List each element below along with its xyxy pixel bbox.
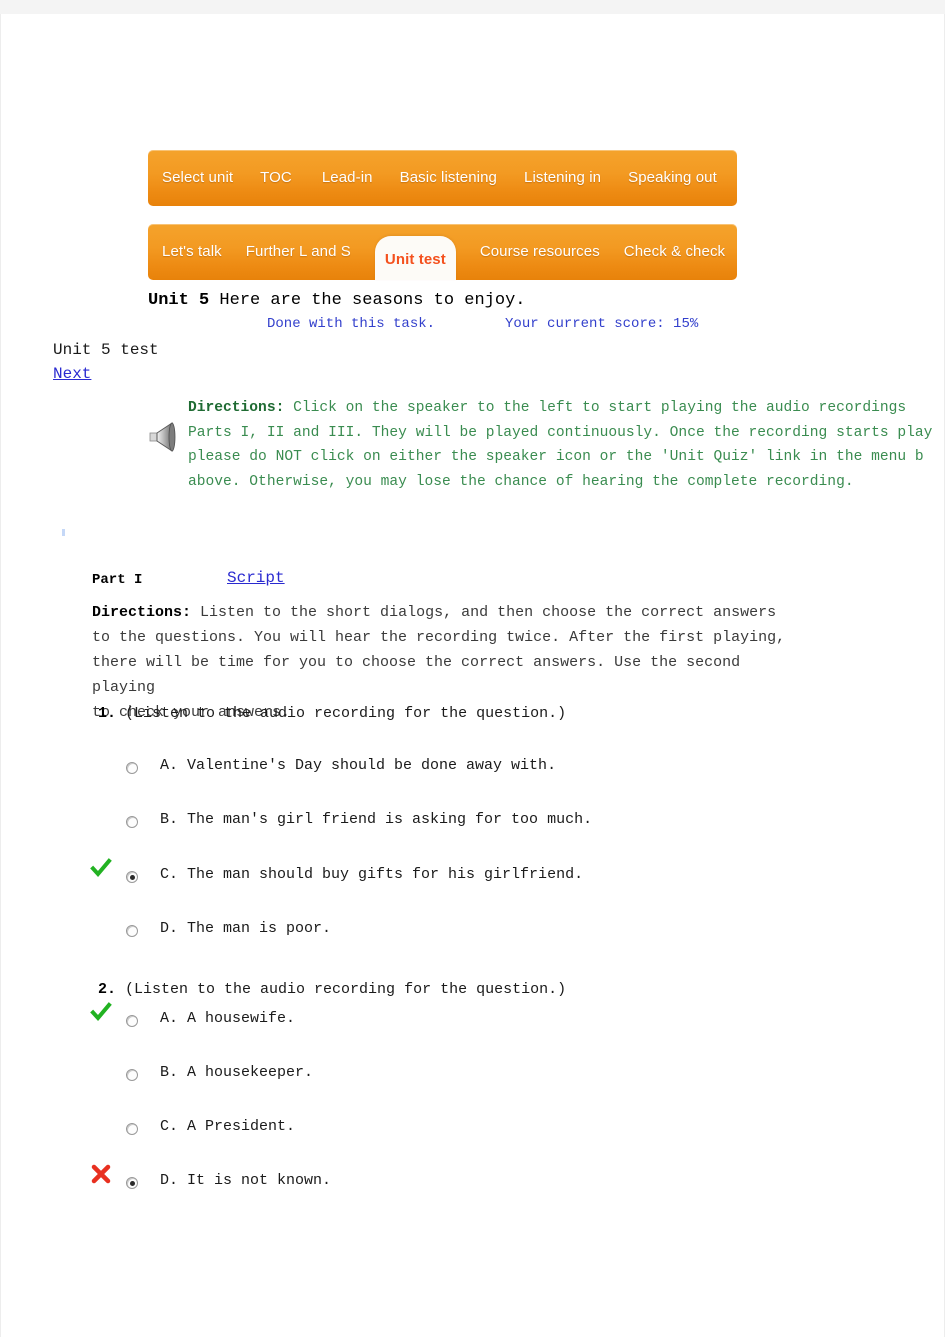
- nav-tab-select-unit[interactable]: Select unit: [162, 150, 233, 206]
- script-link[interactable]: Script: [227, 569, 285, 587]
- page-top-band: [0, 0, 945, 14]
- status-row: Done with this task. Your current score: …: [267, 316, 737, 332]
- task-done-status: Done with this task.: [267, 316, 436, 332]
- question-text: (Listen to the audio recording for the q…: [116, 981, 567, 998]
- audio-directions: Directions: Click on the speaker to the …: [188, 396, 945, 494]
- part-directions-line-1: Listen to the short dialogs, and then ch…: [191, 604, 777, 621]
- audio-directions-line-2: Parts I, II and III. They will be played…: [188, 424, 933, 441]
- answer-option-label: D. It is not known.: [160, 1172, 332, 1189]
- answer-option-label: A. Valentine's Day should be done away w…: [160, 757, 557, 774]
- page-left-rule: [0, 14, 1, 1337]
- audio-directions-label: Directions:: [188, 400, 285, 416]
- answer-radio[interactable]: [126, 762, 138, 774]
- current-score: Your current score: 15%: [505, 316, 699, 332]
- secondary-nav-bar: Let's talk Further L and S Unit test Course…: [148, 224, 737, 280]
- answer-radio[interactable]: [126, 1015, 138, 1027]
- answer-option-label: A. A housewife.: [160, 1010, 296, 1027]
- audio-directions-line-3: please do NOT click on either the speake…: [188, 449, 924, 465]
- nav-tab-further-l-and-s[interactable]: Further L and S: [246, 224, 351, 280]
- nav-tab-lead-in[interactable]: Lead-in: [322, 150, 373, 206]
- audio-directions-line-1: Click on the speaker to the left to star…: [284, 400, 907, 416]
- unit-title: Here are the seasons to enjoy.: [209, 291, 526, 310]
- question-text: (Listen to the audio recording for the q…: [116, 705, 567, 722]
- primary-nav-bar: Select unit TOC Lead-in Basic listening List…: [148, 150, 737, 206]
- answer-option-label: D. The man is poor.: [160, 920, 332, 937]
- question-number: 1.: [98, 705, 117, 722]
- decorative-speck: [62, 529, 65, 536]
- part-directions-label: Directions:: [92, 604, 192, 621]
- nav-tab-basic-listening[interactable]: Basic listening: [400, 150, 497, 206]
- check-mark-icon: [90, 1001, 112, 1023]
- answer-radio[interactable]: [126, 871, 138, 883]
- nav-tab-listening-in[interactable]: Listening in: [524, 150, 601, 206]
- question-stem: 2. (Listen to the audio recording for th…: [98, 981, 566, 998]
- part-label: Part I: [92, 572, 143, 588]
- answer-option-label: B. A housekeeper.: [160, 1064, 314, 1081]
- unit-number: Unit 5: [148, 291, 210, 310]
- part-directions-line-2: to the questions. You will hear the reco…: [92, 629, 786, 646]
- nav-tab-course-resources[interactable]: Course resources: [480, 224, 600, 280]
- audio-directions-line-4: above. Otherwise, you may lose the chanc…: [188, 473, 854, 490]
- speaker-icon[interactable]: [148, 420, 184, 454]
- secondary-nav-items: Let's talk Further L and S Unit test Course…: [148, 224, 737, 280]
- next-link[interactable]: Next: [53, 365, 91, 383]
- answer-option-label: C. A President.: [160, 1118, 296, 1135]
- answer-option-label: C. The man should buy gifts for his girl…: [160, 866, 584, 883]
- page-title: Unit 5 Here are the seasons to enjoy.: [148, 291, 525, 310]
- question-number: 2.: [98, 981, 117, 998]
- question-stem: 1. (Listen to the audio recording for th…: [98, 705, 566, 722]
- nav-tab-unit-test[interactable]: Unit test: [374, 236, 456, 280]
- primary-nav-items: Select unit TOC Lead-in Basic listening List…: [148, 150, 737, 206]
- part-directions-line-3: there will be time for you to choose the…: [92, 654, 741, 696]
- nav-tab-toc[interactable]: TOC: [260, 150, 292, 206]
- answer-radio[interactable]: [126, 1177, 138, 1189]
- answer-radio[interactable]: [126, 1069, 138, 1081]
- check-mark-icon: [90, 857, 112, 879]
- answer-radio[interactable]: [126, 925, 138, 937]
- answer-radio[interactable]: [126, 816, 138, 828]
- nav-tab-speaking-out[interactable]: Speaking out: [628, 150, 717, 206]
- cross-mark-icon: [90, 1163, 112, 1185]
- nav-tab-let-s-talk[interactable]: Let's talk: [162, 224, 222, 280]
- answer-option-label: B. The man's girl friend is asking for t…: [160, 811, 593, 828]
- answer-radio[interactable]: [126, 1123, 138, 1135]
- nav-tab-check-check[interactable]: Check & check: [624, 224, 725, 280]
- test-name: Unit 5 test: [53, 341, 159, 359]
